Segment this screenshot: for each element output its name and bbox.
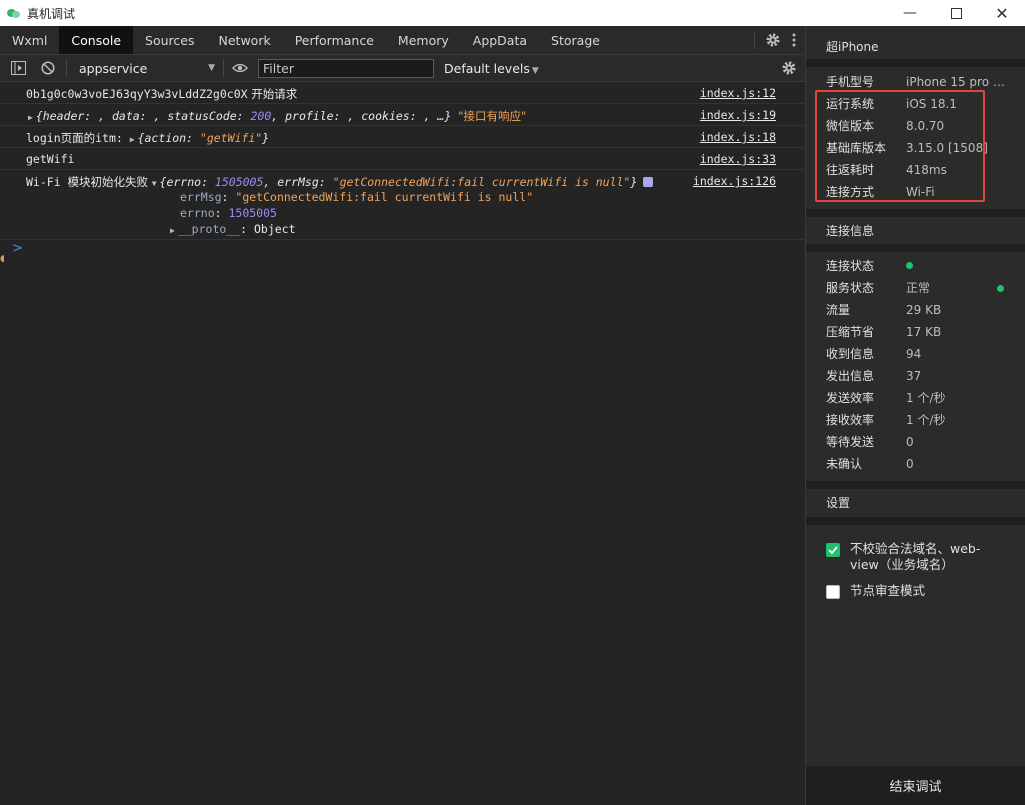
console-log-list: 0b1g0c0w3voEJ63qyY3w3vLddZ2g0c0X 开始请求 in… <box>0 82 805 260</box>
log-entry[interactable]: 0b1g0c0w3voEJ63qyY3w3vLddZ2g0c0X 开始请求 in… <box>0 82 805 104</box>
connected-status-dot <box>906 262 913 269</box>
property-row: errno: 1505005 <box>180 206 277 220</box>
checkmark-icon <box>828 546 838 555</box>
connection-row: 服务状态 正常 <box>826 277 1016 299</box>
devtools-panel: Wxml Console Sources Network Performance… <box>0 26 806 805</box>
property-row: errMsg: "getConnectedWifi:fail currentWi… <box>180 190 534 204</box>
tabbar-divider <box>754 31 755 49</box>
log-source-link[interactable]: index.js:12 <box>700 86 776 100</box>
sidebar-toggle-icon[interactable] <box>10 60 26 76</box>
domain-check-option[interactable]: 不校验合法域名、web-view（业务域名） <box>826 541 1016 575</box>
console-toolbar: appservice ▼ Default levels▼ <box>0 55 805 82</box>
log-entry[interactable]: login页面的itm: ▶ {action: "getWifi"} index.… <box>0 126 805 148</box>
tab-sources[interactable]: Sources <box>133 26 206 54</box>
log-levels-value: Default levels <box>444 60 530 76</box>
device-name: 超iPhone <box>826 40 879 54</box>
settings-section-title: 设置 <box>826 496 851 510</box>
log-message: 0b1g0c0w3voEJ63qyY3w3vLddZ2g0c0X 开始请求 <box>26 87 298 101</box>
log-message: ▶ {header: , data: , statusCode: 200, pro… <box>28 109 527 123</box>
info-badge-icon[interactable] <box>643 177 654 187</box>
log-source-link[interactable]: index.js:18 <box>700 130 776 144</box>
connection-row: 等待发送 0 <box>826 435 914 449</box>
section-divider <box>806 517 1025 525</box>
log-message: login页面的itm: ▶ {action: "getWifi"} <box>26 131 270 145</box>
end-debug-button[interactable]: 结束调试 <box>806 766 1025 805</box>
tab-wxml[interactable]: Wxml <box>0 26 59 54</box>
expand-triangle-icon[interactable]: ▶ <box>170 226 175 235</box>
connection-row: 压缩节省 17 KB <box>826 325 942 339</box>
context-select[interactable]: appservice ▼ <box>79 61 215 76</box>
filter-input[interactable] <box>258 58 434 78</box>
window-title: 真机调试 <box>27 6 76 21</box>
log-source-link[interactable]: index.js:19 <box>700 108 776 122</box>
console-prompt-row[interactable]: > <box>0 240 805 260</box>
tab-performance[interactable]: Performance <box>283 26 386 54</box>
section-divider <box>806 481 1025 489</box>
tab-appdata[interactable]: AppData <box>461 26 539 54</box>
checkbox-unchecked[interactable] <box>826 585 840 599</box>
console-prompt: > <box>12 241 23 256</box>
section-divider <box>806 209 1025 217</box>
connection-section-title: 连接信息 <box>826 224 875 238</box>
log-source-link[interactable]: index.js:126 <box>693 174 776 188</box>
connection-row: 接收效率 1 个/秒 <box>826 413 946 427</box>
highlight-box <box>815 90 985 202</box>
log-entry[interactable]: ▶ {header: , data: , statusCode: 200, pro… <box>0 104 805 126</box>
dropdown-arrow-icon: ▼ <box>531 65 539 76</box>
property-row[interactable]: ▶ __proto__: Object <box>170 222 296 236</box>
connection-row: 发出信息 37 <box>826 369 922 383</box>
checkbox-checked[interactable] <box>826 543 840 557</box>
connection-row: 收到信息 94 <box>826 347 922 361</box>
tab-storage[interactable]: Storage <box>539 26 612 54</box>
log-entry[interactable]: getWifi index.js:33 <box>0 148 805 170</box>
node-inspect-option[interactable]: 节点审查模式 <box>826 583 1016 601</box>
log-entry-expanded[interactable]: Wi-Fi 模块初始化失败 ▼ {errno: 1505005, errMsg: … <box>0 170 805 240</box>
section-divider <box>806 59 1025 67</box>
section-divider <box>806 244 1025 252</box>
devtools-tabbar: Wxml Console Sources Network Performance… <box>0 26 805 55</box>
console-settings-gear-icon[interactable] <box>781 60 797 76</box>
eye-icon[interactable] <box>232 60 248 76</box>
log-message: Wi-Fi 模块初始化失败 ▼ {errno: 1505005, errMsg: … <box>26 174 654 190</box>
log-levels-select[interactable]: Default levels ▼ <box>444 61 539 76</box>
close-icon[interactable]: ✕ <box>979 0 1025 26</box>
settings-gear-icon[interactable] <box>765 32 781 48</box>
service-status-dot <box>997 285 1004 292</box>
toolbar-divider <box>66 59 67 77</box>
expand-triangle-icon[interactable]: ▶ <box>130 135 135 144</box>
connection-row: 未确认 0 <box>826 457 914 471</box>
wechat-devtools-icon <box>7 7 21 19</box>
tab-network[interactable]: Network <box>207 26 283 54</box>
connection-row: 流量 29 KB <box>826 303 942 317</box>
checkbox-label: 不校验合法域名、web-view（业务域名） <box>850 541 981 572</box>
collapse-triangle-icon[interactable]: ▼ <box>152 179 157 188</box>
expand-triangle-icon[interactable]: ▶ <box>28 113 33 122</box>
log-source-link[interactable]: index.js:33 <box>700 152 776 166</box>
checkbox-label: 节点审查模式 <box>850 583 926 598</box>
log-message: getWifi <box>26 152 75 166</box>
dropdown-arrow-icon: ▼ <box>208 63 215 73</box>
editor-gutter-fragment: ● <box>0 254 4 264</box>
tab-console[interactable]: Console <box>59 26 134 54</box>
minimize-icon[interactable]: — <box>887 0 933 26</box>
toolbar-divider <box>223 59 224 77</box>
context-select-value: appservice <box>79 60 148 76</box>
connection-row: 连接状态 <box>826 255 1016 277</box>
tab-memory[interactable]: Memory <box>386 26 461 54</box>
title-bar: 真机调试 — ✕ <box>0 0 1025 26</box>
connection-row: 发送效率 1 个/秒 <box>826 391 946 405</box>
clear-console-icon[interactable] <box>40 60 56 76</box>
maximize-icon[interactable] <box>933 0 979 26</box>
more-options-icon[interactable] <box>791 32 797 48</box>
